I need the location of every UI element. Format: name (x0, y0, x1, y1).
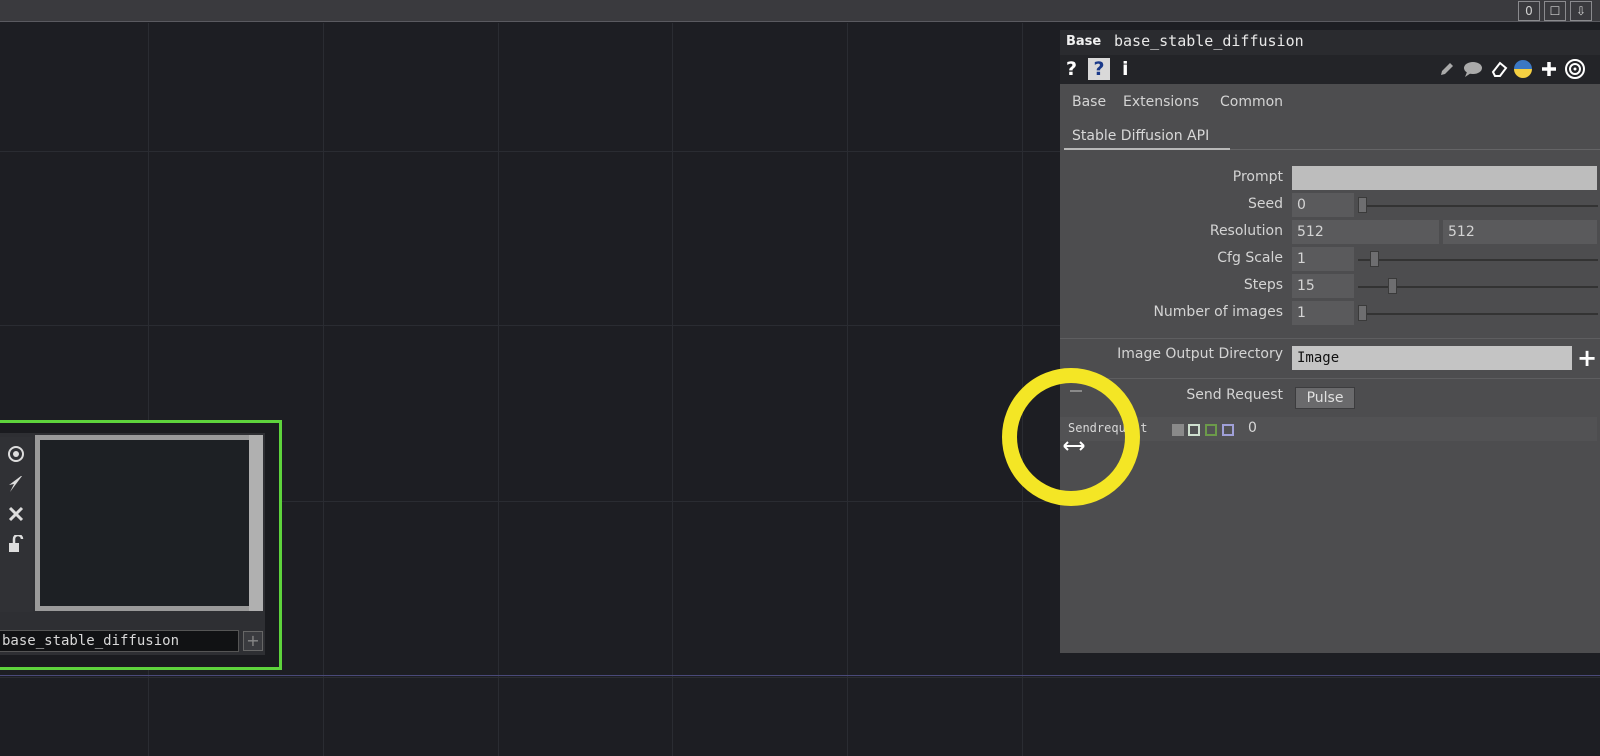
help-icon[interactable]: ? (1066, 58, 1077, 80)
add-icon[interactable] (1538, 58, 1560, 80)
node-viewer-scrollbar[interactable] (249, 435, 263, 611)
network-divider (0, 675, 1600, 676)
lightning-icon[interactable] (5, 471, 27, 497)
operator-type: Base (1066, 34, 1102, 49)
custom-page-tabs: Stable Diffusion API (1064, 120, 1600, 150)
sendrequest-value: 0 (1248, 420, 1257, 436)
send-request-label: Send Request (1186, 387, 1283, 403)
cfg-scale-label: Cfg Scale (1217, 250, 1283, 266)
prompt-field[interactable] (1292, 166, 1597, 190)
tab-stable-diffusion-api[interactable]: Stable Diffusion API (1064, 120, 1230, 150)
node-flag-strip (0, 437, 33, 612)
lock-icon[interactable] (5, 531, 27, 557)
output-dir-add-button[interactable]: + (1576, 346, 1598, 370)
flag-box-gray[interactable] (1172, 424, 1184, 436)
close-icon[interactable] (5, 501, 27, 527)
flag-box-white[interactable] (1188, 424, 1200, 436)
target-icon[interactable] (5, 441, 27, 467)
output-dir-field[interactable]: Image (1292, 346, 1572, 370)
separator (1060, 378, 1600, 379)
operator-name[interactable]: base_stable_diffusion (1114, 32, 1304, 50)
separator (1060, 338, 1600, 339)
top-bar: 0 ☐ ⇩ (0, 0, 1600, 22)
steps-label: Steps (1243, 277, 1283, 293)
panel-toolbar: ? ? i (1060, 55, 1600, 84)
info-icon[interactable]: i (1122, 58, 1129, 80)
sendrequest-row[interactable]: Sendrequest 0 (1060, 417, 1597, 441)
tab-extensions[interactable]: Extensions (1123, 94, 1199, 110)
steps-field[interactable]: 15 (1292, 274, 1354, 298)
resolution-label: Resolution (1209, 223, 1283, 239)
flag-box-purple[interactable] (1222, 424, 1234, 436)
num-images-slider-track[interactable] (1358, 313, 1598, 315)
resize-cursor-icon (1063, 436, 1085, 451)
seed-field[interactable]: 0 (1292, 193, 1354, 217)
download-icon[interactable]: ⇩ (1570, 1, 1592, 21)
clear-icon[interactable] (1488, 58, 1510, 80)
target-settings-icon[interactable] (1564, 58, 1586, 80)
parameter-panel: Base base_stable_diffusion ? ? i Base Ex… (1060, 30, 1600, 653)
seed-slider-track[interactable] (1358, 205, 1598, 207)
base-comp-node[interactable]: base_stable_diffusion + (0, 420, 282, 670)
prompt-label: Prompt (1232, 169, 1283, 185)
counter-button[interactable]: 0 (1518, 1, 1540, 21)
resolution-width-field[interactable]: 512 (1292, 220, 1439, 244)
edit-icon[interactable] (1436, 58, 1458, 80)
flag-box-green[interactable] (1205, 424, 1217, 436)
node-body: base_stable_diffusion + (0, 433, 265, 655)
seed-label: Seed (1248, 196, 1283, 212)
node-name-field[interactable]: base_stable_diffusion (0, 630, 239, 652)
page-tabs: Base Extensions Common (1060, 84, 1600, 116)
num-images-slider-knob[interactable] (1358, 305, 1367, 321)
tab-label: Stable Diffusion API (1072, 128, 1210, 144)
node-viewer[interactable] (35, 435, 257, 611)
cfg-scale-field[interactable]: 1 (1292, 247, 1354, 271)
python-help-icon[interactable]: ? (1088, 58, 1110, 80)
seed-slider-knob[interactable] (1358, 197, 1367, 213)
num-images-label: Number of images (1153, 304, 1283, 320)
node-name: base_stable_diffusion (2, 633, 180, 649)
maximize-icon[interactable]: ☐ (1544, 1, 1566, 21)
python-icon[interactable] (1512, 58, 1534, 80)
resolution-height-field[interactable]: 512 (1443, 220, 1597, 244)
tab-base[interactable]: Base (1072, 94, 1106, 110)
node-expand-button[interactable]: + (243, 631, 263, 651)
steps-slider-knob[interactable] (1388, 278, 1397, 294)
cfg-scale-slider-track[interactable] (1358, 259, 1598, 261)
cfg-scale-slider-knob[interactable] (1370, 251, 1379, 267)
num-images-field[interactable]: 1 (1292, 301, 1354, 325)
output-dir-label: Image Output Directory (1117, 346, 1283, 362)
comment-icon[interactable] (1462, 58, 1484, 80)
tab-common[interactable]: Common (1220, 94, 1283, 110)
send-request-pulse-button[interactable]: Pulse (1295, 387, 1355, 409)
panel-header: Base base_stable_diffusion (1060, 30, 1600, 55)
